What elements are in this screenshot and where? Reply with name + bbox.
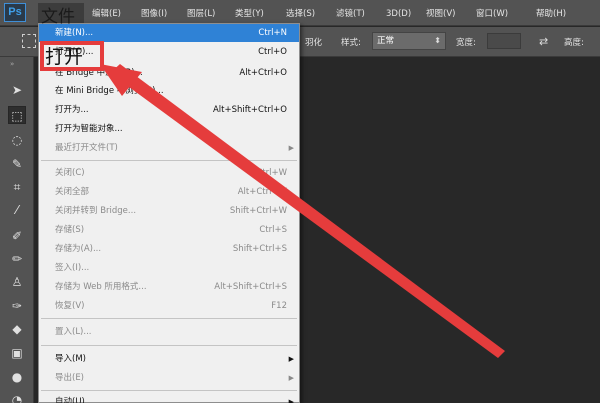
- dodge-tool-icon[interactable]: ◔: [8, 391, 26, 403]
- eyedropper-tool-icon[interactable]: ⁄: [8, 201, 26, 219]
- menu-item-new[interactable]: 新建(N)... Ctrl+N: [39, 24, 299, 42]
- menu-item-label: 签入(I)...: [55, 263, 90, 273]
- brush-tool-icon[interactable]: ✏: [8, 250, 26, 268]
- menu-item-open-as[interactable]: 打开为... Alt+Shift+Ctrl+O: [39, 101, 299, 119]
- gradient-tool-icon[interactable]: ▣: [8, 344, 26, 362]
- menu-item-close-all[interactable]: 关闭全部 Alt+Ctrl+W: [39, 183, 299, 201]
- menu-item-save[interactable]: 存储(S) Ctrl+S: [39, 221, 299, 239]
- menu-item-label: 在 Mini Bridge 中浏览(G)...: [55, 86, 164, 96]
- menu-item-label: 最近打开文件(T): [55, 143, 118, 153]
- menu-filter[interactable]: 滤镜(T): [336, 7, 365, 21]
- menu-item-browse-in-mini-bridge[interactable]: 在 Mini Bridge 中浏览(G)...: [39, 82, 299, 100]
- file-menu-dropdown: 新建(N)... Ctrl+N 打开(O)... Ctrl+O 在 Bridge…: [38, 23, 300, 403]
- menu-item-label: 关闭全部: [55, 187, 90, 197]
- menu-help[interactable]: 帮助(H): [536, 7, 566, 21]
- clone-stamp-tool-icon[interactable]: ♙: [8, 273, 26, 291]
- menu-item-label: 自动(U): [55, 397, 85, 403]
- chevron-down-icon: ⬍: [434, 36, 441, 45]
- feather-label: 羽化: [305, 38, 323, 48]
- marquee-tool-icon[interactable]: ⬚: [8, 106, 26, 124]
- marquee-preset-icon[interactable]: [22, 34, 36, 48]
- menu-item-label: 打开为智能对象...: [55, 124, 123, 134]
- menu-item-shortcut: Ctrl+O: [258, 47, 287, 57]
- eraser-tool-icon[interactable]: ◆: [8, 320, 26, 338]
- menu-item-shortcut: Ctrl+N: [258, 28, 287, 38]
- menu-item-shortcut: Shift+Ctrl+W: [229, 206, 287, 216]
- width-input[interactable]: [487, 33, 521, 49]
- menu-item-label: 恢复(V): [55, 301, 85, 311]
- menu-type[interactable]: 类型(Y): [235, 7, 264, 21]
- quick-select-tool-icon[interactable]: ✎: [8, 155, 26, 173]
- menu-item-close[interactable]: 关闭(C) Ctrl+W: [39, 164, 299, 182]
- menu-edit[interactable]: 编辑(E): [92, 7, 121, 21]
- menu-item-shortcut: Alt+Ctrl+O: [239, 68, 287, 78]
- menu-divider: [41, 390, 297, 391]
- menu-item-revert[interactable]: 恢复(V) F12: [39, 297, 299, 315]
- menu-item-import[interactable]: 导入(M) ▶: [39, 350, 299, 368]
- menu-item-automate[interactable]: 自动(U) ▶: [39, 393, 299, 403]
- menu-item-shortcut: Alt+Ctrl+W: [237, 187, 287, 197]
- swap-icon[interactable]: ⇄: [539, 35, 548, 48]
- height-label: 高度:: [564, 38, 584, 48]
- submenu-arrow-icon: ▶: [288, 355, 294, 363]
- menu-item-label: 打开为...: [55, 105, 89, 115]
- annotation-label: 打开: [45, 46, 84, 68]
- menu-item-label: 导入(M): [55, 354, 86, 364]
- menu-item-shortcut: Alt+Shift+Ctrl+S: [214, 282, 287, 292]
- menu-item-export[interactable]: 导出(E) ▶: [39, 369, 299, 387]
- menu-item-shortcut: Ctrl+S: [259, 225, 287, 235]
- menu-item-label: 关闭并转到 Bridge...: [55, 206, 137, 216]
- menu-select[interactable]: 选择(S): [286, 7, 315, 21]
- menu-3d[interactable]: 3D(D): [386, 7, 411, 21]
- blur-tool-icon[interactable]: ●: [8, 368, 26, 386]
- menu-item-save-as[interactable]: 存储为(A)... Shift+Ctrl+S: [39, 240, 299, 258]
- submenu-arrow-icon: ▶: [288, 398, 294, 403]
- menu-item-shortcut: Shift+Ctrl+S: [232, 244, 287, 254]
- menu-item-label: 关闭(C): [55, 168, 85, 178]
- style-select-value: 正常: [377, 36, 395, 46]
- menu-item-label: 存储为(A)...: [55, 244, 102, 254]
- panel-grip-icon[interactable]: »: [10, 60, 14, 68]
- move-tool-icon[interactable]: ➤: [8, 81, 26, 99]
- style-select[interactable]: 正常 ⬍: [372, 32, 446, 50]
- menu-divider: [41, 345, 297, 346]
- menu-item-place[interactable]: 置入(L)...: [39, 323, 299, 341]
- submenu-arrow-icon: ▶: [288, 374, 294, 382]
- menu-item-shortcut: F12: [271, 301, 287, 311]
- width-label: 宽度:: [456, 38, 476, 48]
- menu-item-open-recent[interactable]: 最近打开文件(T) ▶: [39, 139, 299, 157]
- menu-item-label: 存储为 Web 所用格式...: [55, 282, 147, 292]
- menu-file-label: 文件: [41, 7, 75, 27]
- menu-image[interactable]: 图像(I): [141, 7, 167, 21]
- crop-tool-icon[interactable]: ⌗: [8, 178, 26, 196]
- healing-brush-tool-icon[interactable]: ✐: [8, 227, 26, 245]
- menu-divider: [41, 160, 297, 161]
- menu-item-label: 导出(E): [55, 373, 85, 383]
- menu-item-shortcut: Ctrl+W: [256, 168, 287, 178]
- menu-item-check-in[interactable]: 签入(I)...: [39, 259, 299, 277]
- tools-panel: » ➤ ⬚ ◌ ✎ ⌗ ⁄ ✐ ✏ ♙ ✑ ◆ ▣ ● ◔: [0, 57, 34, 403]
- menu-item-open-as-smart-object[interactable]: 打开为智能对象...: [39, 120, 299, 138]
- menu-divider: [41, 318, 297, 319]
- menu-item-close-and-go-to-bridge[interactable]: 关闭并转到 Bridge... Shift+Ctrl+W: [39, 202, 299, 220]
- style-label: 样式:: [341, 38, 361, 48]
- history-brush-tool-icon[interactable]: ✑: [8, 297, 26, 315]
- menu-layer[interactable]: 图层(L): [187, 7, 215, 21]
- menu-view[interactable]: 视图(V): [426, 7, 455, 21]
- menu-window[interactable]: 窗口(W): [476, 7, 508, 21]
- menu-item-save-for-web[interactable]: 存储为 Web 所用格式... Alt+Shift+Ctrl+S: [39, 278, 299, 296]
- submenu-arrow-icon: ▶: [288, 144, 294, 152]
- lasso-tool-icon[interactable]: ◌: [8, 131, 26, 149]
- menu-item-label: 置入(L)...: [55, 327, 92, 337]
- menu-item-shortcut: Alt+Shift+Ctrl+O: [212, 105, 287, 115]
- photoshop-logo: Ps: [4, 3, 26, 22]
- menu-item-label: 存储(S): [55, 225, 85, 235]
